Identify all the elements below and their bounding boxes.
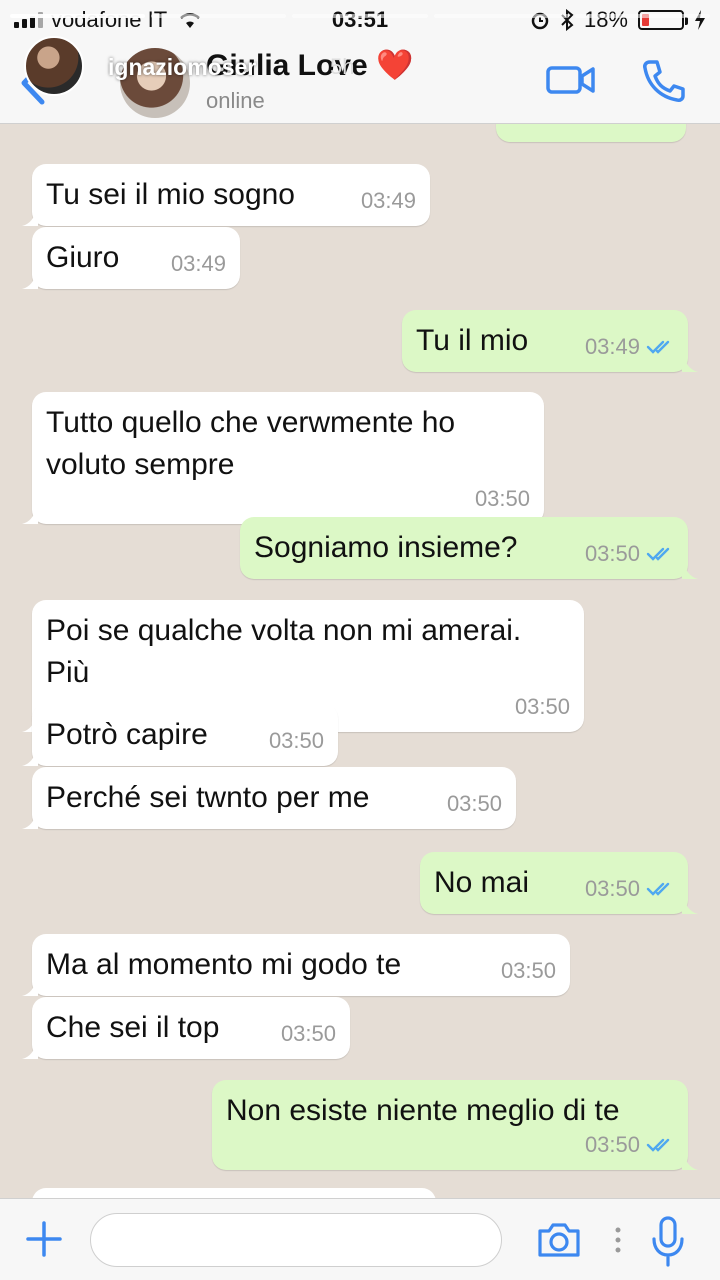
message-meta: 03:50	[269, 726, 324, 756]
message-input[interactable]	[90, 1213, 502, 1267]
message-text: Giuro	[46, 241, 120, 274]
message-meta: 03:50	[281, 1019, 336, 1049]
microphone-icon[interactable]	[650, 1215, 686, 1267]
bubble-tail	[22, 506, 38, 524]
message-text: Perché sei twnto per me	[46, 781, 370, 814]
message-time: 03:49	[360, 188, 416, 213]
read-ticks-icon	[646, 546, 674, 562]
message-meta-row: 03:50	[226, 1130, 674, 1160]
bubble-tail	[22, 271, 38, 289]
story-age: 5h	[330, 54, 355, 79]
message-time: 03:50	[500, 958, 556, 983]
message-time: 03:50	[446, 791, 502, 816]
message-time: 03:50	[584, 541, 640, 566]
charging-icon	[695, 10, 705, 30]
message-text: No mai	[434, 866, 530, 899]
outgoing-message[interactable]: Non esiste niente meglio di te 03:50	[212, 1080, 698, 1170]
input-bar	[0, 1198, 720, 1280]
story-username[interactable]: ignaziomoser	[108, 54, 256, 81]
status-bar: vodafone IT 03:51 18%	[0, 0, 720, 40]
message-meta-row: 03:50	[46, 484, 530, 514]
carrier-label: vodafone IT	[51, 7, 168, 32]
story-progress-segment	[10, 14, 146, 18]
message-text: Poi se qualche volta non mi amerai. Più	[46, 614, 522, 689]
incoming-message[interactable]: Tutto quello che verwmente ho voluto sem…	[22, 392, 544, 524]
bubble-tail	[682, 354, 698, 372]
story-user-avatar[interactable]	[24, 36, 84, 96]
outgoing-message[interactable]: 03:50 Sogniamo insieme?	[240, 517, 698, 579]
bubble-tail	[682, 561, 698, 579]
story-progress-segment	[151, 14, 287, 18]
message-text: Che sei il top	[46, 1011, 220, 1044]
chat-header: ignaziomoser 5h Giulia Love ❤️ online	[0, 36, 720, 124]
message-meta: 03:50	[585, 874, 674, 904]
video-call-icon[interactable]	[546, 62, 596, 98]
bubble-tail	[22, 208, 38, 226]
message-time: 03:50	[584, 1132, 640, 1157]
incoming-message[interactable]: 03:49 Tu sei il mio sogno	[22, 164, 430, 226]
contact-status: online	[206, 88, 265, 113]
bubble-tail	[22, 748, 38, 766]
message-meta: 03:50	[242, 1130, 674, 1160]
incoming-message[interactable]: 03:50 Potrò capire	[22, 704, 338, 766]
message-time: 03:49	[170, 251, 226, 276]
message-time: 03:50	[584, 876, 640, 901]
bubble-tail	[22, 978, 38, 996]
heart-emoji: ❤️	[376, 49, 414, 82]
message-meta: 03:49	[361, 186, 416, 216]
story-progress-segment	[574, 14, 711, 18]
message-time: 03:50	[474, 486, 530, 511]
read-ticks-icon	[646, 339, 674, 355]
message-text: Non esiste niente meglio di te	[226, 1094, 620, 1127]
bubble-tail	[22, 811, 38, 829]
message-meta: 03:50	[501, 956, 556, 986]
message-bubble-partial	[32, 1188, 436, 1198]
bluetooth-icon	[561, 9, 574, 31]
plus-icon[interactable]	[24, 1219, 64, 1259]
message-time: 03:49	[584, 334, 640, 359]
battery-percent: 18%	[583, 7, 628, 32]
camera-icon[interactable]	[536, 1219, 582, 1259]
message-time: 03:50	[280, 1021, 336, 1046]
message-text: Ma al momento mi godo te	[46, 948, 402, 981]
message-text: Sogniamo insieme?	[254, 531, 518, 564]
message-time: 03:50	[514, 694, 570, 719]
message-text: Tu sei il mio sogno	[46, 178, 295, 211]
message-meta: 03:50	[447, 789, 502, 819]
message-meta: 03:49	[585, 332, 674, 362]
chat-area[interactable]: 03:49 Tu sei il mio sogno 03:49 Giuro 03:49 T…	[0, 124, 720, 1198]
battery-icon	[638, 10, 688, 30]
message-meta: 03:49	[171, 249, 226, 279]
message-meta: 03:50	[62, 484, 530, 514]
read-ticks-icon	[646, 881, 674, 897]
bubble-tail	[22, 1041, 38, 1059]
alarm-icon	[531, 12, 549, 30]
message-text: Tu il mio	[416, 324, 529, 357]
read-ticks-icon	[646, 1137, 674, 1153]
more-dots-icon	[615, 1227, 621, 1253]
status-time: 03:51	[331, 7, 389, 32]
incoming-message[interactable]: 03:50 Che sei il top	[22, 997, 350, 1059]
wifi-icon	[180, 13, 201, 28]
message-text: Tutto quello che verwmente ho voluto sem…	[46, 406, 456, 481]
incoming-message[interactable]: 03:50 Ma al momento mi godo te	[22, 934, 570, 996]
message-meta: 03:50	[585, 539, 674, 569]
incoming-message[interactable]: 03:50 Perché sei twnto per me	[22, 767, 516, 829]
bubble-tail	[682, 896, 698, 914]
story-progress-segment	[433, 14, 569, 18]
message-text: Potrò capire	[46, 718, 208, 751]
phone-icon[interactable]	[640, 58, 686, 104]
bubble-tail	[682, 1152, 698, 1170]
incoming-message[interactable]: 03:49 Giuro	[22, 227, 240, 289]
story-progress-bars	[10, 14, 711, 18]
message-time: 03:50	[268, 728, 324, 753]
message-bubble-partial	[496, 124, 686, 142]
story-progress-segment	[292, 14, 428, 18]
outgoing-message[interactable]: 03:49 Tu il mio	[402, 310, 698, 372]
outgoing-message[interactable]: 03:50 No mai	[420, 852, 698, 914]
